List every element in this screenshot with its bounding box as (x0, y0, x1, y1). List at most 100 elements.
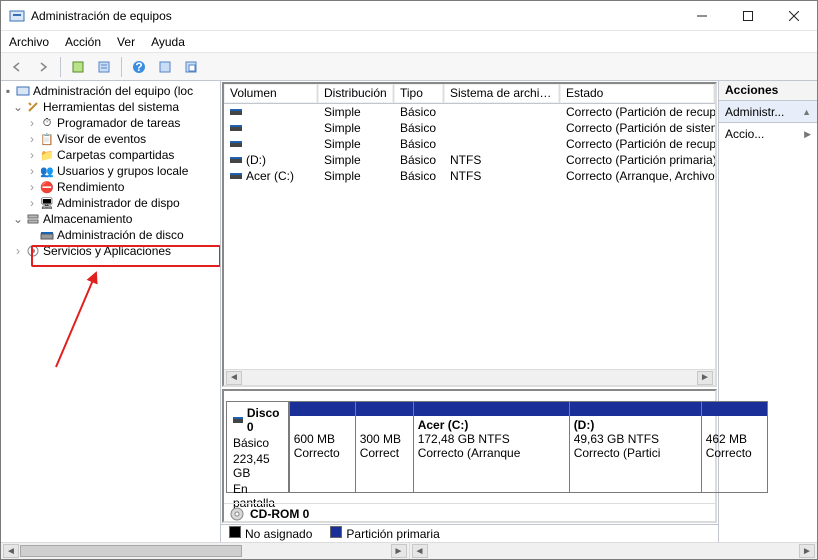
part-status: Correcto (Arranque (418, 446, 565, 460)
grid-scrollbar[interactable]: ◄ ► (224, 369, 715, 385)
partition[interactable]: (D:)49,63 GB NTFSCorrecto (Partici (569, 402, 701, 492)
table-row[interactable]: SimpleBásicoCorrecto (Partición de recup… (224, 136, 715, 152)
part-status: Correcto (Partici (574, 446, 697, 460)
part-title: Acer (C:) (418, 418, 565, 432)
arrow-annotation (46, 267, 106, 377)
sidebar-item[interactable]: ›📋Visor de eventos (1, 131, 220, 147)
nav-tree[interactable]: ▪ Administración del equipo (loc ⌄ Herra… (1, 81, 221, 542)
disk-info[interactable]: Disco 0 Básico 223,45 GB En pantalla (226, 401, 289, 493)
cell-tipo: Básico (394, 152, 444, 168)
toolbar-btn-1[interactable] (66, 56, 90, 78)
tree-item-label: Usuarios y grupos locale (57, 164, 188, 178)
partition[interactable]: Acer (C:)172,48 GB NTFSCorrecto (Arranqu… (413, 402, 569, 492)
menubar: Archivo Acción Ver Ayuda (1, 31, 817, 53)
part-size: 49,63 GB NTFS (574, 432, 697, 446)
computer-icon (15, 83, 31, 99)
cell-fs: NTFS (444, 168, 560, 184)
part-size: 300 MB (360, 432, 409, 446)
table-row[interactable]: SimpleBásico Correcto (Partición de siste… (224, 120, 715, 136)
legend-primary: Partición primaria (346, 527, 439, 541)
toolbar-btn-3[interactable] (153, 56, 177, 78)
actions-item-admin[interactable]: Administr... ▲ (719, 101, 817, 123)
tree-item-icon: 📋 (39, 131, 55, 147)
tree-root[interactable]: Administración del equipo (loc (33, 84, 193, 98)
cell-dist: Simple (318, 104, 394, 120)
actions-item-more[interactable]: Accio... ▶ (719, 123, 817, 145)
cdrom-icon (230, 507, 244, 521)
cell-tipo: Básico (394, 120, 444, 136)
table-row[interactable]: (D:)SimpleBásicoNTFSCorrecto (Partición … (224, 152, 715, 168)
content-area: Volumen Distribución Tipo Sistema de arc… (221, 81, 719, 542)
minimize-button[interactable] (679, 1, 725, 31)
scroll-left-icon[interactable]: ◄ (3, 544, 19, 558)
disk-size: 223,45 GB (233, 452, 282, 480)
partition[interactable]: 300 MBCorrect (355, 402, 413, 492)
menu-archivo[interactable]: Archivo (9, 35, 49, 49)
footer-scrollbar[interactable]: ◄ ► ◄ ► (1, 542, 817, 559)
cdrom-label: CD-ROM 0 (250, 507, 309, 521)
disk-icon (233, 417, 243, 423)
table-row[interactable]: SimpleBásicoCorrecto (Partición de recup… (224, 104, 715, 120)
scroll-left-icon[interactable]: ◄ (226, 371, 242, 385)
volume-icon (230, 109, 242, 115)
app-icon (9, 8, 25, 24)
menu-ayuda[interactable]: Ayuda (151, 35, 185, 49)
back-button[interactable] (5, 56, 29, 78)
toolbar-btn-2[interactable] (92, 56, 116, 78)
col-fs[interactable]: Sistema de archivos (444, 84, 560, 103)
col-estado[interactable]: Estado (560, 84, 715, 103)
cell-vol: Acer (C:) (246, 169, 294, 183)
tree-storage[interactable]: Almacenamiento (43, 212, 132, 226)
chevron-right-icon: ▶ (804, 129, 811, 140)
part-status: Correcto (294, 446, 351, 460)
sidebar-item[interactable]: ›📁Carpetas compartidas (1, 147, 220, 163)
sidebar-item[interactable]: ›🖥Administrador de dispo (1, 195, 220, 211)
forward-button[interactable] (31, 56, 55, 78)
tree-tools[interactable]: Herramientas del sistema (43, 100, 179, 114)
volume-icon (230, 125, 242, 131)
cell-fs: NTFS (444, 152, 560, 168)
scroll-right-icon[interactable]: ► (697, 371, 713, 385)
tree-item-icon: 🖥 (39, 195, 55, 211)
cell-dist: Simple (318, 136, 394, 152)
svg-text:?: ? (135, 60, 142, 74)
tree-diskmgmt[interactable]: Administración de disco (57, 228, 184, 242)
cell-estado: Correcto (Partición primaria) (560, 152, 715, 168)
partition[interactable]: 600 MBCorrecto (289, 402, 355, 492)
close-button[interactable] (771, 1, 817, 31)
table-row[interactable]: Acer (C:)SimpleBásicoNTFSCorrecto (Arran… (224, 168, 715, 184)
scroll-right-icon[interactable]: ► (391, 544, 407, 558)
sidebar-item[interactable]: ›⛔Rendimiento (1, 179, 220, 195)
legend-swatch-primary (330, 526, 342, 538)
tree-item-icon: ⏱ (39, 115, 55, 131)
storage-icon (25, 211, 41, 227)
col-tipo[interactable]: Tipo (394, 84, 444, 103)
scroll-left-icon[interactable]: ◄ (412, 544, 428, 558)
tree-services[interactable]: Servicios y Aplicaciones (43, 244, 171, 258)
maximize-button[interactable] (725, 1, 771, 31)
tree-item-label: Carpetas compartidas (57, 148, 174, 162)
cell-dist: Simple (318, 152, 394, 168)
volume-grid[interactable]: Volumen Distribución Tipo Sistema de arc… (222, 82, 717, 387)
toolbar-btn-4[interactable] (179, 56, 203, 78)
col-volumen[interactable]: Volumen (224, 84, 318, 103)
disk-layout: 600 MBCorrecto300 MBCorrectAcer (C:)172,… (289, 401, 768, 493)
tree-item-label: Programador de tareas (57, 116, 180, 130)
chevron-up-icon: ▲ (802, 107, 811, 117)
col-distrib[interactable]: Distribución (318, 84, 394, 103)
menu-ver[interactable]: Ver (117, 35, 135, 49)
menu-accion[interactable]: Acción (65, 35, 101, 49)
sidebar-item[interactable]: ›⏱Programador de tareas (1, 115, 220, 131)
cell-estado: Correcto (Partición de sistema EFI) (560, 120, 715, 136)
cell-estado: Correcto (Partición de recuperación) (560, 104, 715, 120)
part-size: 600 MB (294, 432, 351, 446)
cell-dist: Simple (318, 120, 394, 136)
titlebar: Administración de equipos (1, 1, 817, 31)
tree-item-label: Visor de eventos (57, 132, 146, 146)
tools-icon (25, 99, 41, 115)
part-title: (D:) (574, 418, 697, 432)
sidebar-item[interactable]: ›👥Usuarios y grupos locale (1, 163, 220, 179)
scroll-right-icon[interactable]: ► (799, 544, 815, 558)
cdrom-row[interactable]: CD-ROM 0 (224, 503, 715, 521)
help-button[interactable]: ? (127, 56, 151, 78)
